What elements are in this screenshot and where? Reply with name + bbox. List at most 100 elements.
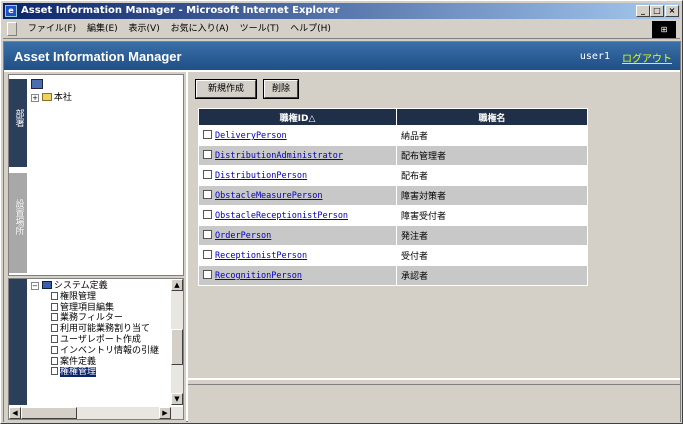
collapse-minus-icon[interactable]: − — [31, 282, 39, 290]
expand-plus-icon[interactable]: + — [31, 94, 39, 102]
row-checkbox[interactable] — [203, 150, 212, 159]
role-name-cell: 障害対策者 — [396, 185, 588, 206]
column-header-role-id[interactable]: 職権ID△ — [198, 108, 397, 126]
browser-content: Asset Information Manager user1 ログアウト 部署… — [3, 41, 681, 422]
menu-bar: ファイル(F) 編集(E) 表示(V) お気に入り(A) ツール(T) ヘルプ(… — [3, 20, 680, 39]
row-checkbox[interactable] — [203, 170, 212, 179]
role-id-link[interactable]: RecognitionPerson — [215, 271, 302, 281]
tree-item[interactable]: 利用可能業務割り当て — [31, 324, 159, 335]
tree-item[interactable]: 権限管理 — [31, 291, 159, 303]
role-id-link[interactable]: ObstacleMeasurePerson — [215, 191, 322, 201]
role-id-link[interactable]: DeliveryPerson — [215, 131, 287, 141]
document-icon — [51, 345, 58, 354]
menu-tools[interactable]: ツール(T) — [236, 20, 284, 39]
scroll-thumb[interactable] — [171, 329, 183, 365]
tree-node-root[interactable]: + 本社 — [31, 90, 72, 103]
document-icon — [51, 367, 58, 376]
role-id-link[interactable]: DistributionAdministrator — [215, 151, 343, 161]
tree-item-label: 案件定義 — [60, 356, 97, 367]
row-checkbox[interactable] — [203, 270, 212, 279]
browser-window: e Asset Information Manager - Microsoft … — [0, 0, 683, 424]
tree-item[interactable]: 業務フィルター — [31, 313, 159, 324]
main-panel: 新規作成 削除 職権ID△ 職権名 DeliveryPerson 納品者 Distr… — [188, 72, 680, 422]
menu-edit[interactable]: 編集(E) — [83, 20, 122, 39]
role-id-link[interactable]: ReceptionistPerson — [215, 251, 307, 261]
role-id-cell: OrderPerson — [198, 225, 397, 246]
tab-location-label: 設置場所 — [13, 199, 24, 235]
role-name-cell: 受付者 — [396, 245, 588, 266]
role-id-link[interactable]: DistributionPerson — [215, 171, 307, 181]
role-list-pane: 新規作成 削除 職権ID△ 職権名 DeliveryPerson 納品者 Distr… — [188, 72, 680, 380]
role-name-cell: 納品者 — [396, 125, 588, 146]
tab-department[interactable]: 部署 — [9, 79, 27, 167]
hscroll-thumb[interactable] — [21, 407, 77, 419]
ie-icon: e — [5, 5, 17, 17]
scroll-left-arrow-icon[interactable]: ◀ — [9, 407, 21, 419]
row-checkbox[interactable] — [203, 210, 212, 219]
tree-item-selected[interactable]: 権権管理 — [31, 367, 159, 378]
document-icon — [51, 324, 58, 333]
menu-view[interactable]: 表示(V) — [125, 20, 164, 39]
tree-item[interactable]: ユーザレポート作成 — [31, 334, 159, 346]
book-icon — [41, 281, 52, 289]
document-icon — [51, 356, 58, 365]
tree-item-label: 権権管理 — [60, 367, 97, 378]
left-panel: 部署 設置場所 + 本社 − システム定義 権限管理 管理項目編集 業務フィルタ… — [4, 72, 186, 422]
role-name-cell: 障害受付者 — [396, 205, 588, 226]
logout-link[interactable]: ログアウト — [622, 50, 672, 65]
toolbar-grip — [7, 22, 17, 36]
row-checkbox[interactable] — [203, 130, 212, 139]
tab-department-label: 部署 — [13, 109, 24, 127]
tree-item-label: 利用可能業務割り当て — [60, 324, 151, 335]
menu-file[interactable]: ファイル(F) — [24, 20, 80, 39]
tree-horizontal-scrollbar[interactable]: ◀ ▶ — [9, 407, 183, 419]
document-icon — [51, 302, 58, 311]
tree-node-root-label: 本社 — [53, 93, 72, 103]
document-icon — [51, 313, 58, 322]
role-name-cell: 配布者 — [396, 165, 588, 186]
table-header-row: 職権ID△ 職権名 — [198, 108, 588, 126]
app-banner: Asset Information Manager user1 ログアウト — [4, 42, 680, 70]
tree-item[interactable]: インベントリ情報の引継 — [31, 345, 160, 357]
row-checkbox[interactable] — [203, 230, 212, 239]
menu-help[interactable]: ヘルプ(H) — [286, 20, 335, 39]
tree-item[interactable]: 案件定義 — [31, 356, 159, 368]
tab-location[interactable]: 設置場所 — [9, 173, 27, 273]
table-row: DeliveryPerson 納品者 — [198, 125, 588, 146]
role-id-cell: DeliveryPerson — [198, 125, 397, 146]
minimize-button[interactable]: _ — [636, 5, 650, 17]
scroll-up-arrow-icon[interactable]: ▲ — [171, 279, 183, 291]
role-id-link[interactable]: OrderPerson — [215, 231, 271, 241]
system-menu-tree: − システム定義 権限管理 管理項目編集 業務フィルター 利用可能業務割り当て … — [31, 281, 159, 378]
table-row: OrderPerson 発注者 — [198, 225, 588, 246]
role-name-cell: 配布管理者 — [396, 145, 588, 166]
title-bar: e Asset Information Manager - Microsoft … — [3, 3, 680, 19]
network-icon — [31, 79, 43, 89]
role-id-cell: ReceptionistPerson — [198, 245, 397, 266]
delete-button[interactable]: 削除 — [263, 79, 299, 99]
new-button[interactable]: 新規作成 — [195, 79, 257, 99]
document-icon — [51, 291, 58, 300]
role-name-cell: 承認者 — [396, 265, 588, 286]
tree-vertical-scrollbar[interactable]: ▲ ▼ — [171, 279, 183, 405]
close-button[interactable]: × — [665, 5, 679, 17]
tree-item-label: インベントリ情報の引継 — [60, 345, 160, 356]
scroll-right-arrow-icon[interactable]: ▶ — [159, 407, 171, 419]
table-row: RecognitionPerson 承認者 — [198, 265, 588, 286]
role-id-cell: DistributionPerson — [198, 165, 397, 186]
scroll-down-arrow-icon[interactable]: ▼ — [171, 393, 183, 405]
app-title: Asset Information Manager — [14, 49, 182, 64]
menu-favorites[interactable]: お気に入り(A) — [167, 20, 233, 39]
role-id-cell: ObstacleReceptionistPerson — [198, 205, 397, 226]
role-name-cell: 発注者 — [396, 225, 588, 246]
tree-item-label: 業務フィルター — [60, 313, 123, 324]
maximize-button[interactable]: □ — [650, 5, 664, 17]
tree-item-label: 管理項目編集 — [60, 302, 115, 313]
role-id-link[interactable]: ObstacleReceptionistPerson — [215, 211, 348, 221]
tree-item-label: ユーザレポート作成 — [60, 334, 141, 345]
tree-item-label: 権限管理 — [60, 291, 97, 302]
tree-item[interactable]: 管理項目編集 — [31, 302, 159, 314]
row-checkbox[interactable] — [203, 190, 212, 199]
tree-node-system-definition[interactable]: − システム定義 — [31, 281, 159, 292]
row-checkbox[interactable] — [203, 250, 212, 259]
